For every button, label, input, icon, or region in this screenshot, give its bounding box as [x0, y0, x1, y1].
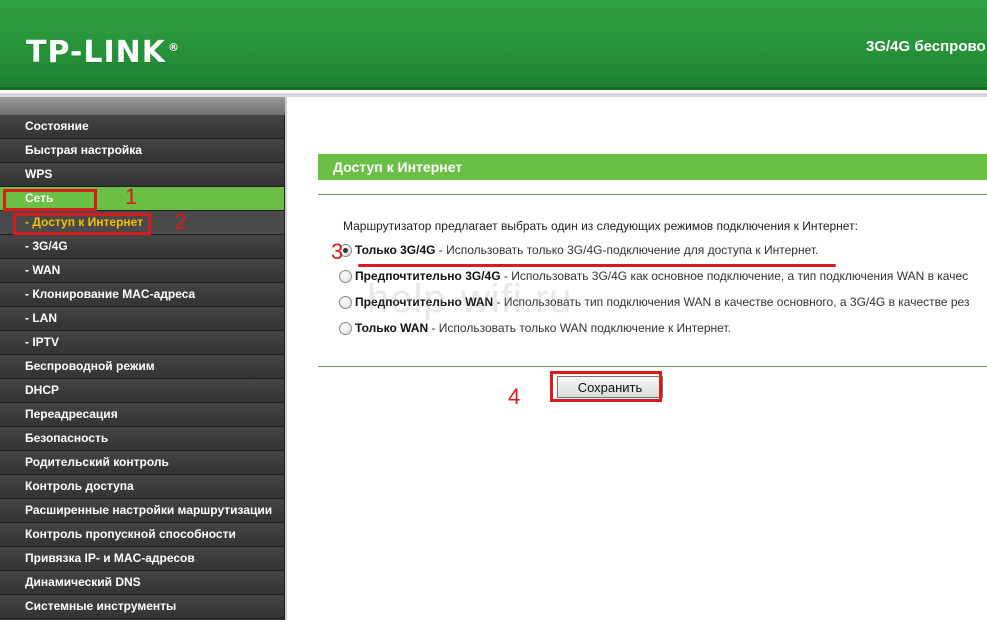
radio-prefer-wan[interactable]: [339, 296, 352, 309]
option-only-3g4g[interactable]: Только 3G/4G - Использовать только 3G/4G…: [339, 241, 818, 259]
sidebar-item-0[interactable]: Состояние: [0, 115, 284, 139]
sidebar-item-2[interactable]: WPS: [0, 163, 284, 187]
tp-link-logo: TP-LINK ®: [26, 35, 181, 70]
annotation-box-save: [550, 371, 662, 402]
main-content: Доступ к Интернет Маршрутизатор предлага…: [287, 97, 987, 620]
sidebar-item-11[interactable]: DHCP: [0, 379, 284, 403]
sidebar-item-10[interactable]: Беспроводной режим: [0, 355, 284, 379]
annotation-number-2: 2: [175, 209, 188, 234]
watermark: help-wifi.ru: [367, 277, 573, 321]
section-title: Доступ к Интернет: [318, 154, 987, 180]
sidebar-top-band: [0, 97, 287, 115]
sidebar-item-17[interactable]: Контроль пропускной способности: [0, 523, 284, 547]
sidebar-item-9[interactable]: - IPTV: [0, 331, 284, 355]
annotation-underline: [358, 264, 836, 267]
sidebar-item-15[interactable]: Контроль доступа: [0, 475, 284, 499]
radio-prefer-3g4g[interactable]: [339, 270, 352, 283]
annotation-box-network: [3, 189, 97, 211]
sidebar-item-12[interactable]: Переадресация: [0, 403, 284, 427]
sidebar-item-6[interactable]: - WAN: [0, 259, 284, 283]
sidebar-item-14[interactable]: Родительский контроль: [0, 451, 284, 475]
product-title: 3G/4G беспрово: [866, 38, 986, 55]
sidebar-item-13[interactable]: Безопасность: [0, 427, 284, 451]
annotation-number-1: 1: [125, 184, 138, 209]
annotation-number-3: 3: [331, 239, 344, 264]
sidebar-item-5[interactable]: - 3G/4G: [0, 235, 284, 259]
radio-only-wan[interactable]: [339, 322, 352, 335]
mode-intro-text: Маршрутизатор предлагает выбрать один из…: [343, 219, 858, 233]
sidebar-item-18[interactable]: Привязка IP- и MAC-адресов: [0, 547, 284, 571]
sidebar-item-8[interactable]: - LAN: [0, 307, 284, 331]
sidebar-item-16[interactable]: Расширенные настройки маршрутизации: [0, 499, 284, 523]
annotation-box-internet-access: [13, 213, 151, 235]
sidebar-item-20[interactable]: Системные инструменты: [0, 595, 284, 619]
header-banner: TP-LINK ® 3G/4G беспрово: [0, 0, 987, 90]
annotation-number-4: 4: [508, 384, 521, 409]
sidebar-item-1[interactable]: Быстрая настройка: [0, 139, 284, 163]
section-divider-top: [318, 194, 987, 195]
sidebar-item-7[interactable]: - Клонирование MAC-адреса: [0, 283, 284, 307]
sidebar-item-19[interactable]: Динамический DNS: [0, 571, 284, 595]
section-divider-bottom: [318, 366, 987, 367]
